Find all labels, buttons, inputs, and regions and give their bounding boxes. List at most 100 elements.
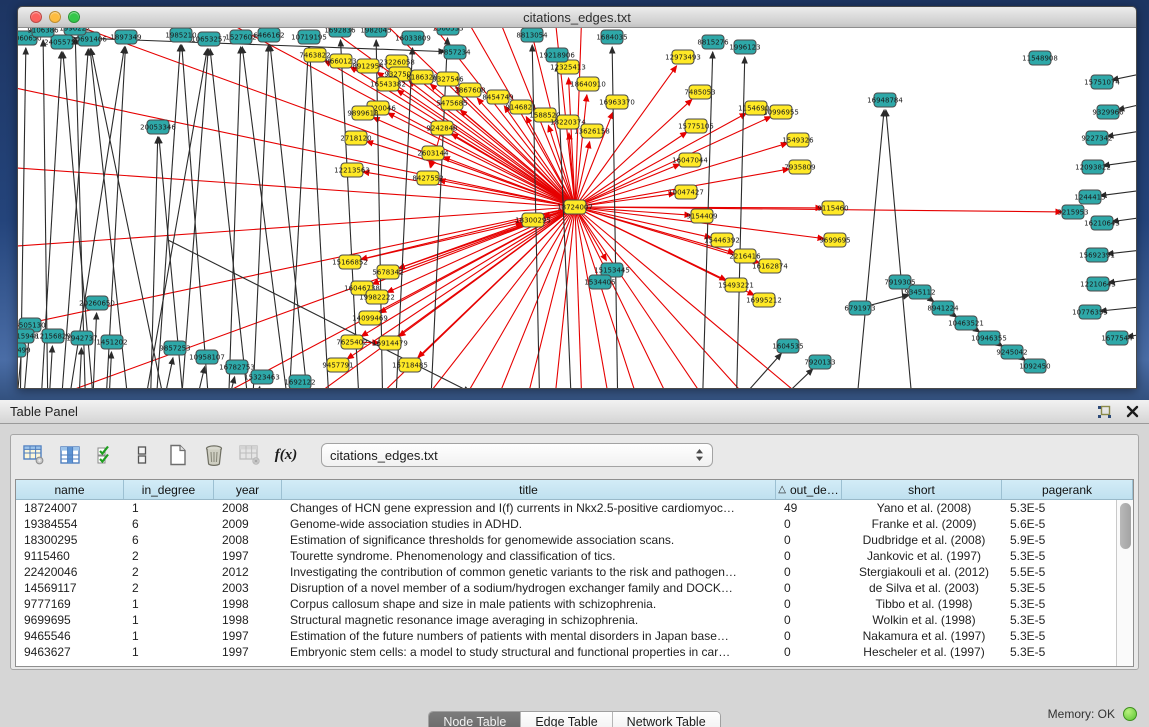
table-row[interactable]: 946362711997Embryonic stem cells: a mode… (16, 644, 1116, 660)
graph-node-label: 15775105 (678, 122, 714, 130)
zoom-button[interactable] (68, 11, 80, 23)
graph-node-label: 2603144 (417, 149, 449, 157)
table-row[interactable]: 1456911722003Disruption of a novel membe… (16, 580, 1116, 596)
table-cell: 5.6E-5 (1002, 516, 1116, 532)
graph-edge (740, 353, 781, 388)
table-select-dropdown[interactable]: citations_edges.txt (321, 443, 713, 467)
table-row[interactable]: 977716911998Corpus callosum shape and si… (16, 596, 1116, 612)
column-header-pagerank[interactable]: pagerank (1002, 480, 1133, 499)
graph-node-label: 9245042 (996, 348, 1027, 356)
graph-node-label: 14099469 (352, 314, 388, 322)
graph-node-label: 9857253 (159, 344, 190, 352)
table-row[interactable]: 946554611997Estimation of the future num… (16, 628, 1116, 644)
close-panel-icon[interactable] (1126, 405, 1139, 418)
graph-edge (575, 207, 1136, 388)
graph-node-label: 16782753 (219, 363, 255, 371)
graph-node-label: 8454749 (482, 93, 513, 101)
network-canvas[interactable]: 7463822866012389129542322605893275051654… (18, 28, 1136, 388)
table-cell: 22420046 (16, 564, 124, 580)
table-row[interactable]: 969969511998Structural magnetic resonanc… (16, 612, 1116, 628)
graph-edge (18, 207, 575, 291)
table-row[interactable]: 2242004622012Investigating the contribut… (16, 564, 1116, 580)
table-cell: Changes of HCN gene expression and I(f) … (282, 500, 776, 516)
graph-node-label: 2867608 (454, 86, 485, 94)
show-columns-icon[interactable] (55, 441, 85, 469)
graph-node-label: 7625402 (336, 338, 367, 346)
table-cell: Wolkin et al. (1998) (842, 612, 1002, 628)
graph-node-label: 3215953 (1057, 208, 1088, 216)
graph-node-label: 16033809 (395, 34, 431, 42)
scrollbar-thumb[interactable] (1120, 503, 1131, 549)
column-header-short[interactable]: short (842, 480, 1002, 499)
column-header-title[interactable]: title (282, 480, 776, 499)
graph-node-label: 7485053 (684, 88, 715, 96)
table-select-value: citations_edges.txt (330, 448, 695, 463)
table-cell: Disruption of a novel member of a sodium… (282, 580, 776, 596)
table-row[interactable]: 1872400712008Changes of HCN gene express… (16, 500, 1116, 516)
graph-node-label: 9115460 (817, 204, 848, 212)
graph-node-label: 10653257 (191, 35, 227, 43)
graph-node-label: 20260650 (79, 299, 115, 307)
close-button[interactable] (30, 11, 42, 23)
table-cell: 18724007 (16, 500, 124, 516)
table-panel-title: Table Panel (10, 404, 78, 419)
table-cell: 5.3E-5 (1002, 612, 1116, 628)
graph-node-label: 2216416 (729, 252, 761, 260)
graph-node-label: 8813054 (516, 31, 548, 39)
table-cell: 5.9E-5 (1002, 532, 1116, 548)
graph-node-label: 18724007 (557, 203, 593, 211)
table-vertical-scrollbar[interactable] (1116, 500, 1133, 666)
float-window-icon[interactable] (1097, 405, 1112, 419)
table-cell: 1 (124, 612, 214, 628)
function-builder-icon[interactable]: f(x) (271, 441, 301, 469)
graph-node-label: 16995212 (746, 296, 782, 304)
graph-node-label: 1534405 (584, 278, 615, 286)
graph-edge (772, 369, 813, 388)
select-columns-icon[interactable] (91, 441, 121, 469)
graph-node-label: 19982222 (359, 293, 395, 301)
graph-node-label: 16162874 (752, 262, 788, 270)
table-mode-icon[interactable] (19, 441, 49, 469)
table-cell: 0 (776, 644, 842, 660)
table-cell: 5.3E-5 (1002, 500, 1116, 516)
graph-node-label: 9146821 (505, 103, 536, 111)
table-cell: de Silva et al. (2003) (842, 580, 1002, 596)
table-cell: Nakamura et al. (1997) (842, 628, 1002, 644)
window-titlebar[interactable]: citations_edges.txt (18, 7, 1136, 28)
graph-node-label: 7935809 (784, 163, 815, 171)
row-height-icon[interactable] (127, 441, 157, 469)
graph-edge (92, 313, 97, 388)
graph-node-label: 16210643 (1084, 219, 1120, 227)
new-document-icon[interactable] (163, 441, 193, 469)
table-cell: 1997 (214, 644, 282, 660)
column-header-name[interactable]: name (16, 480, 124, 499)
table-row[interactable]: 1938455462009Genome-wide association stu… (16, 516, 1116, 532)
graph-node-label: 16948784 (867, 96, 903, 104)
table-cell: Structural magnetic resonance image aver… (282, 612, 776, 628)
table-row[interactable]: 911546021997Tourette syndrome. Phenomeno… (16, 548, 1116, 564)
traffic-lights (30, 11, 80, 23)
column-header-in_degree[interactable]: in_degree (124, 480, 214, 499)
graph-node-label: 15751074 (1084, 78, 1120, 86)
graph-node-label: 7920133 (804, 358, 835, 366)
graph-node-label: 2718120 (340, 134, 371, 142)
graph-node-label: 15446392 (704, 236, 740, 244)
graph-edge (363, 172, 575, 207)
graph-edge (155, 45, 180, 388)
table-cell: 49 (776, 500, 842, 516)
column-header-year[interactable]: year (214, 480, 282, 499)
column-header-out_de[interactable]: △out_de… (776, 480, 842, 499)
minimize-button[interactable] (49, 11, 61, 23)
graph-node-label: 15718485 (392, 361, 428, 369)
function-builder-label: f(x) (275, 447, 298, 464)
import-table-icon (235, 441, 265, 469)
graph-edge (288, 47, 308, 388)
graph-node-label: 8941224 (927, 304, 959, 312)
table-row[interactable]: 1830029562008Estimation of significance … (16, 532, 1116, 548)
table-cell: 0 (776, 580, 842, 596)
delete-trash-icon[interactable] (199, 441, 229, 469)
table-cell: 9463627 (16, 644, 124, 660)
sort-ascending-icon: △ (778, 484, 786, 495)
table-cell: 1998 (214, 612, 282, 628)
graph-node-label: 8815276 (697, 38, 729, 46)
